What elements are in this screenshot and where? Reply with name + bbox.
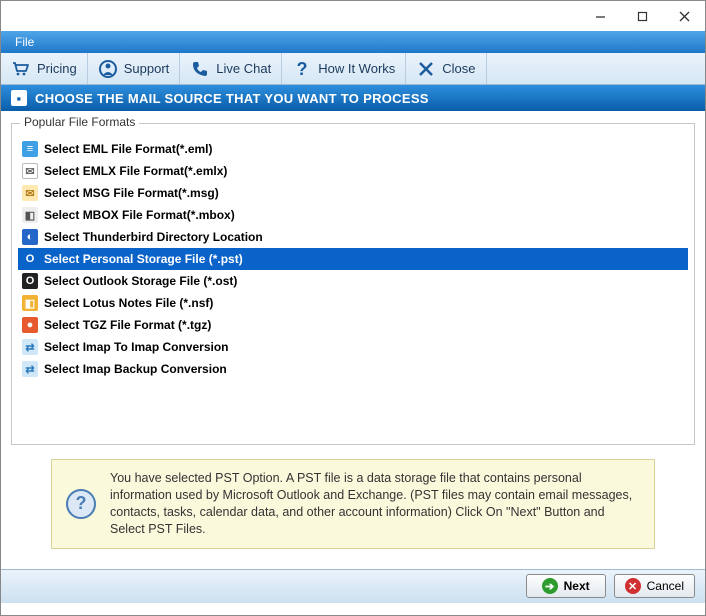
menu-file[interactable]: File — [9, 33, 40, 51]
imap-icon: ⇄ — [22, 339, 38, 355]
toolbar: Pricing Support Live Chat ? How It Works… — [1, 53, 705, 85]
format-item-ost[interactable]: O Select Outlook Storage File (*.ost) — [18, 270, 688, 292]
nsf-icon: ◧ — [22, 295, 38, 311]
support-icon — [98, 59, 118, 79]
page-icon: ▪ — [11, 90, 27, 106]
toolbar-close-button[interactable]: Close — [406, 53, 486, 84]
file-format-list: ≡ Select EML File Format(*.eml) ✉ Select… — [18, 138, 688, 380]
format-label: Select Imap To Imap Conversion — [44, 340, 229, 354]
format-label: Select EML File Format(*.eml) — [44, 142, 213, 156]
window-titlebar — [1, 1, 705, 31]
pst-icon: O — [22, 251, 38, 267]
format-label: Select Lotus Notes File (*.nsf) — [44, 296, 213, 310]
format-label: Select Thunderbird Directory Location — [44, 230, 263, 244]
thunderbird-icon: ◐ — [22, 229, 38, 245]
toolbar-support-button[interactable]: Support — [88, 53, 181, 84]
info-icon: ? — [66, 489, 96, 519]
format-item-thunderbird[interactable]: ◐ Select Thunderbird Directory Location — [18, 226, 688, 248]
format-label: Select TGZ File Format (*.tgz) — [44, 318, 211, 332]
info-text: You have selected PST Option. A PST file… — [110, 470, 640, 538]
svg-text:?: ? — [297, 59, 308, 79]
format-item-imap-to-imap[interactable]: ⇄ Select Imap To Imap Conversion — [18, 336, 688, 358]
imap-backup-icon: ⇄ — [22, 361, 38, 377]
window-minimize-button[interactable] — [579, 2, 621, 30]
cancel-button[interactable]: ✕ Cancel — [614, 574, 695, 598]
format-label: Select Imap Backup Conversion — [44, 362, 227, 376]
toolbar-label: Close — [442, 61, 475, 76]
toolbar-label: How It Works — [318, 61, 395, 76]
window-close-button[interactable] — [663, 2, 705, 30]
info-panel: ? You have selected PST Option. A PST fi… — [51, 459, 655, 549]
toolbar-label: Live Chat — [216, 61, 271, 76]
window-maximize-button[interactable] — [621, 2, 663, 30]
format-label: Select Outlook Storage File (*.ost) — [44, 274, 237, 288]
menubar: File — [1, 31, 705, 53]
close-icon — [679, 11, 690, 22]
file-formats-group: Popular File Formats ≡ Select EML File F… — [11, 123, 695, 445]
format-item-pst[interactable]: O Select Personal Storage File (*.pst) — [18, 248, 688, 270]
toolbar-pricing-button[interactable]: Pricing — [1, 53, 88, 84]
format-item-emlx[interactable]: ✉ Select EMLX File Format(*.emlx) — [18, 160, 688, 182]
phone-icon — [190, 59, 210, 79]
content-area: Popular File Formats ≡ Select EML File F… — [1, 111, 705, 563]
toolbar-label: Pricing — [37, 61, 77, 76]
toolbar-label: Support — [124, 61, 170, 76]
minimize-icon — [595, 11, 606, 22]
format-item-msg[interactable]: ✉ Select MSG File Format(*.msg) — [18, 182, 688, 204]
format-item-imap-backup[interactable]: ⇄ Select Imap Backup Conversion — [18, 358, 688, 380]
x-icon — [416, 59, 436, 79]
toolbar-howitworks-button[interactable]: ? How It Works — [282, 53, 406, 84]
section-title: CHOOSE THE MAIL SOURCE THAT YOU WANT TO … — [35, 91, 429, 106]
toolbar-livechat-button[interactable]: Live Chat — [180, 53, 282, 84]
format-item-tgz[interactable]: ● Select TGZ File Format (*.tgz) — [18, 314, 688, 336]
format-item-nsf[interactable]: ◧ Select Lotus Notes File (*.nsf) — [18, 292, 688, 314]
cart-icon — [11, 59, 31, 79]
format-item-mbox[interactable]: ◧ Select MBOX File Format(*.mbox) — [18, 204, 688, 226]
ost-icon: O — [22, 273, 38, 289]
maximize-icon — [637, 11, 648, 22]
button-bar: ➔ Next ✕ Cancel — [1, 569, 705, 603]
next-arrow-icon: ➔ — [542, 578, 558, 594]
group-label: Popular File Formats — [20, 115, 139, 129]
tgz-icon: ● — [22, 317, 38, 333]
button-label: Next — [564, 579, 590, 593]
emlx-icon: ✉ — [22, 163, 38, 179]
next-button[interactable]: ➔ Next — [526, 574, 606, 598]
format-item-eml[interactable]: ≡ Select EML File Format(*.eml) — [18, 138, 688, 160]
button-label: Cancel — [647, 579, 684, 593]
mbox-icon: ◧ — [22, 207, 38, 223]
format-label: Select Personal Storage File (*.pst) — [44, 252, 243, 266]
eml-icon: ≡ — [22, 141, 38, 157]
format-label: Select MBOX File Format(*.mbox) — [44, 208, 235, 222]
msg-icon: ✉ — [22, 185, 38, 201]
format-label: Select MSG File Format(*.msg) — [44, 186, 219, 200]
format-label: Select EMLX File Format(*.emlx) — [44, 164, 227, 178]
question-icon: ? — [292, 59, 312, 79]
cancel-x-icon: ✕ — [625, 578, 641, 594]
section-header: ▪ CHOOSE THE MAIL SOURCE THAT YOU WANT T… — [1, 85, 705, 111]
